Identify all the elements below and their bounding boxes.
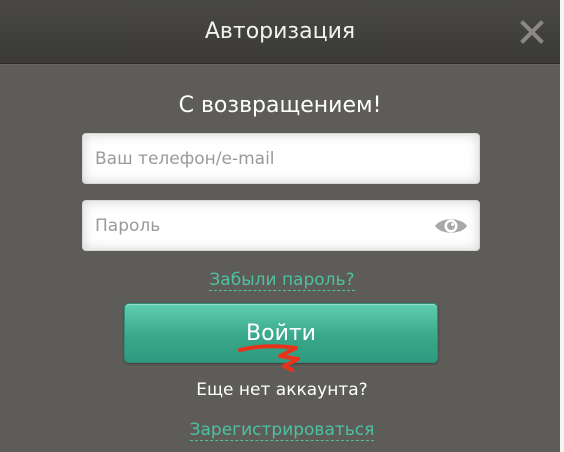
no-account-text: Еще нет аккаунта? [196,380,368,400]
login-button-label: Войти [246,321,316,346]
eye-icon[interactable] [433,214,469,238]
login-input[interactable] [83,134,435,183]
login-button[interactable]: Войти [124,303,438,363]
dialog-titlebar: Авторизация [0,0,560,64]
forgot-password-link[interactable]: Забыли пароль? [209,270,355,291]
password-field [82,200,480,251]
close-icon[interactable] [516,16,548,48]
welcome-heading: С возвращением! [178,93,382,118]
register-link[interactable]: Зарегистрироваться [189,420,375,441]
forgot-password-row: Забыли пароль? [0,268,564,292]
auth-dialog: Авторизация С возвращением! Забыли парол… [0,0,564,452]
login-field [82,133,480,184]
dialog-title: Авторизация [204,19,356,44]
register-row: Зарегистрироваться [0,418,564,442]
password-input[interactable] [83,201,435,250]
